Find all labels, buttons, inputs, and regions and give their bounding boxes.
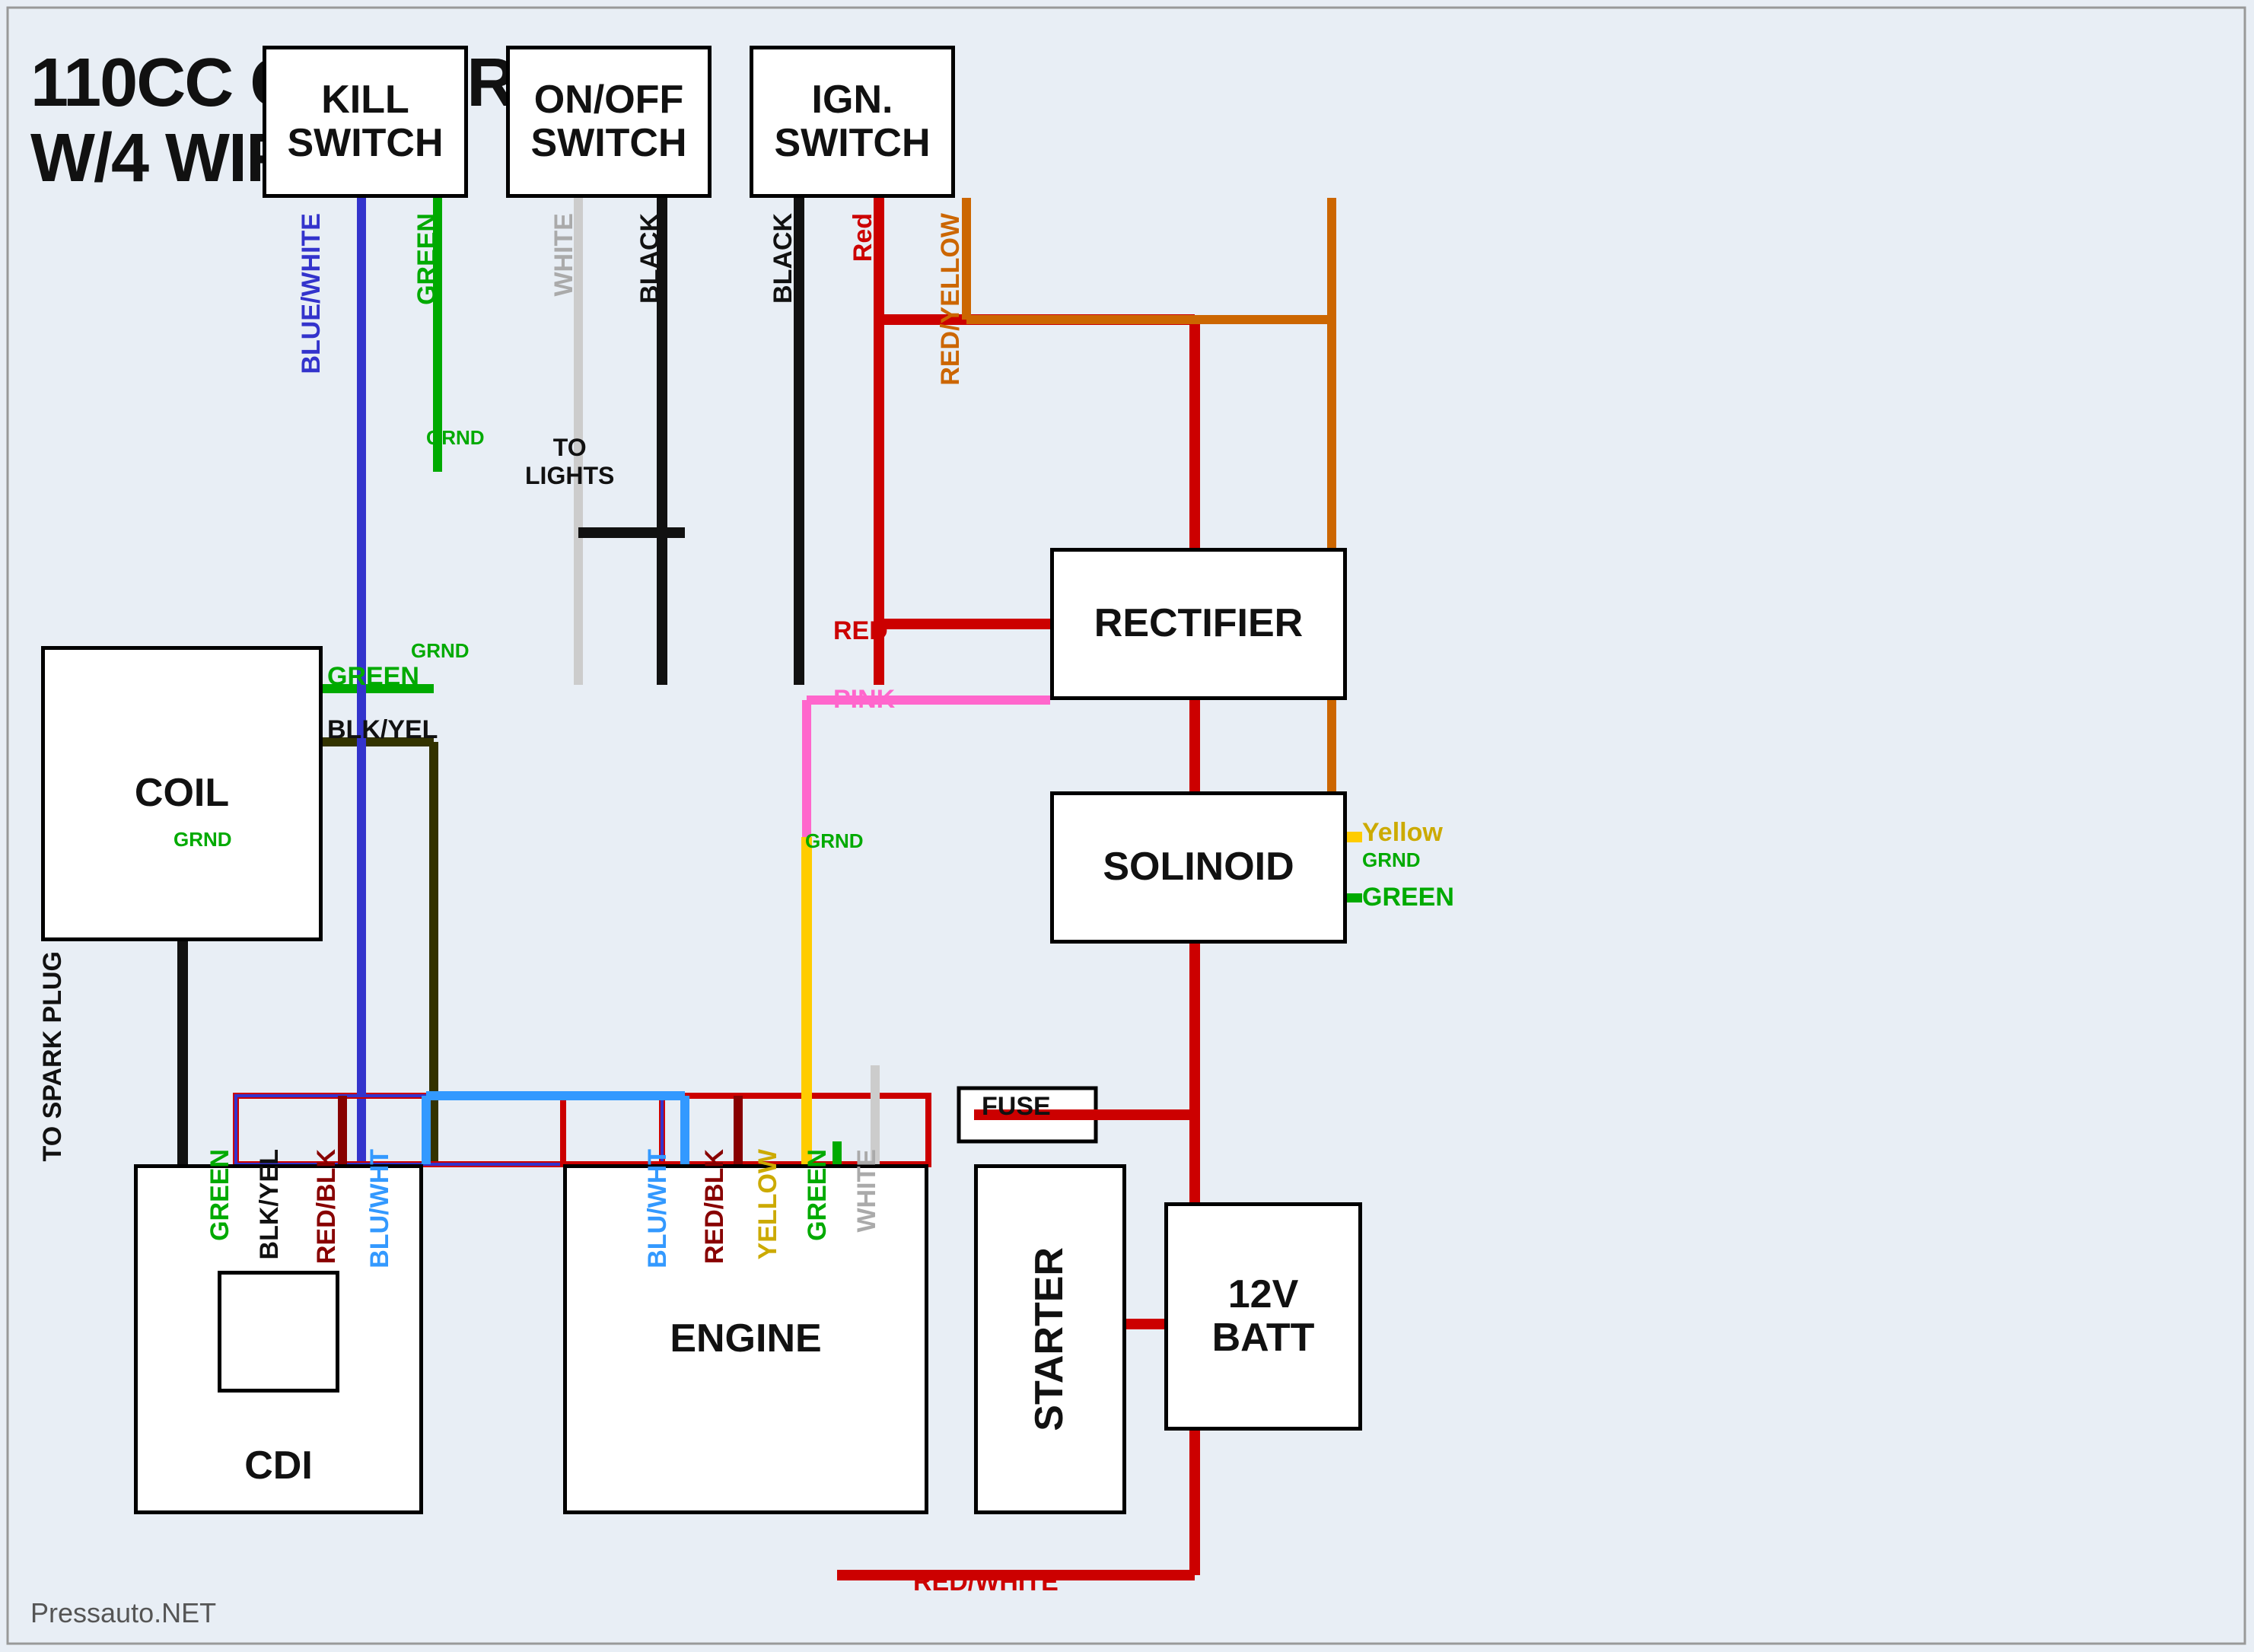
wire-pink-rectifier: PINK xyxy=(833,685,895,715)
solinoid-component: SOLINOID xyxy=(1050,791,1347,944)
wire-red-rectifier: RED xyxy=(833,616,888,646)
wire-black-ign: BLACK xyxy=(769,213,798,304)
wire-red-yellow: RED/YELLOW xyxy=(936,213,966,386)
ign-switch-component: IGN.SWITCH xyxy=(750,46,955,198)
wire-red-ign: Red xyxy=(848,213,878,262)
grnd-kill: GRND xyxy=(426,426,485,450)
wire-white-onoff: WHITE xyxy=(549,213,579,297)
rectifier-component: RECTIFIER xyxy=(1050,548,1347,700)
wire-bluwht-engine: BLU/WHT xyxy=(643,1149,673,1268)
wire-redblk-engine: RED/BLK xyxy=(700,1149,730,1264)
grnd-engine: GRND xyxy=(805,829,864,853)
wire-blue-white-kill: BLUE/WHITE xyxy=(297,213,326,374)
wire-blkyal-coil: BLK/YEL xyxy=(327,715,438,745)
fuse-label: FUSE xyxy=(982,1092,1051,1122)
wire-blkyal-cdi: BLK/YEL xyxy=(255,1149,285,1259)
wire-green-cdi: GREEN xyxy=(205,1149,235,1241)
wire-green-kill: GREEN xyxy=(412,213,442,305)
wire-white-engine: WHITE xyxy=(852,1149,882,1233)
onoff-switch-component: ON/OFFSWITCH xyxy=(506,46,712,198)
coil-component: COIL xyxy=(41,646,323,941)
grnd-coil: GRND xyxy=(411,639,470,663)
wire-bluwht-cdi: BLU/WHT xyxy=(365,1149,395,1268)
watermark: Pressauto.NET xyxy=(30,1597,216,1629)
battery-component: 12VBATT xyxy=(1164,1202,1362,1431)
wire-green-solinoid: GREEN xyxy=(1362,883,1454,912)
grnd-solinoid: GRND xyxy=(1362,848,1421,872)
wire-red-white-bottom: RED/WHITE xyxy=(913,1568,1059,1597)
wire-redblk-cdi: RED/BLK xyxy=(312,1149,342,1264)
wire-black-onoff: BLACK xyxy=(635,213,665,304)
kill-switch-component: KILLSWITCH xyxy=(263,46,468,198)
wire-green-coil: GREEN xyxy=(327,662,419,692)
starter-component: STARTER xyxy=(974,1164,1126,1514)
wire-yellow-engine: YELLOW xyxy=(753,1149,783,1259)
wire-green-engine: GREEN xyxy=(803,1149,833,1241)
grnd-coil-bottom: GRND xyxy=(174,828,232,851)
to-lights-label: TOLIGHTS xyxy=(525,434,614,490)
diagram-container: 110CC GO KART W/4 WIRE CDI COIL CDI KILL… xyxy=(0,0,2254,1652)
wire-yellow-solinoid: Yellow xyxy=(1362,818,1443,848)
to-spark-plug-label: TO SPARK PLUG xyxy=(38,951,68,1161)
